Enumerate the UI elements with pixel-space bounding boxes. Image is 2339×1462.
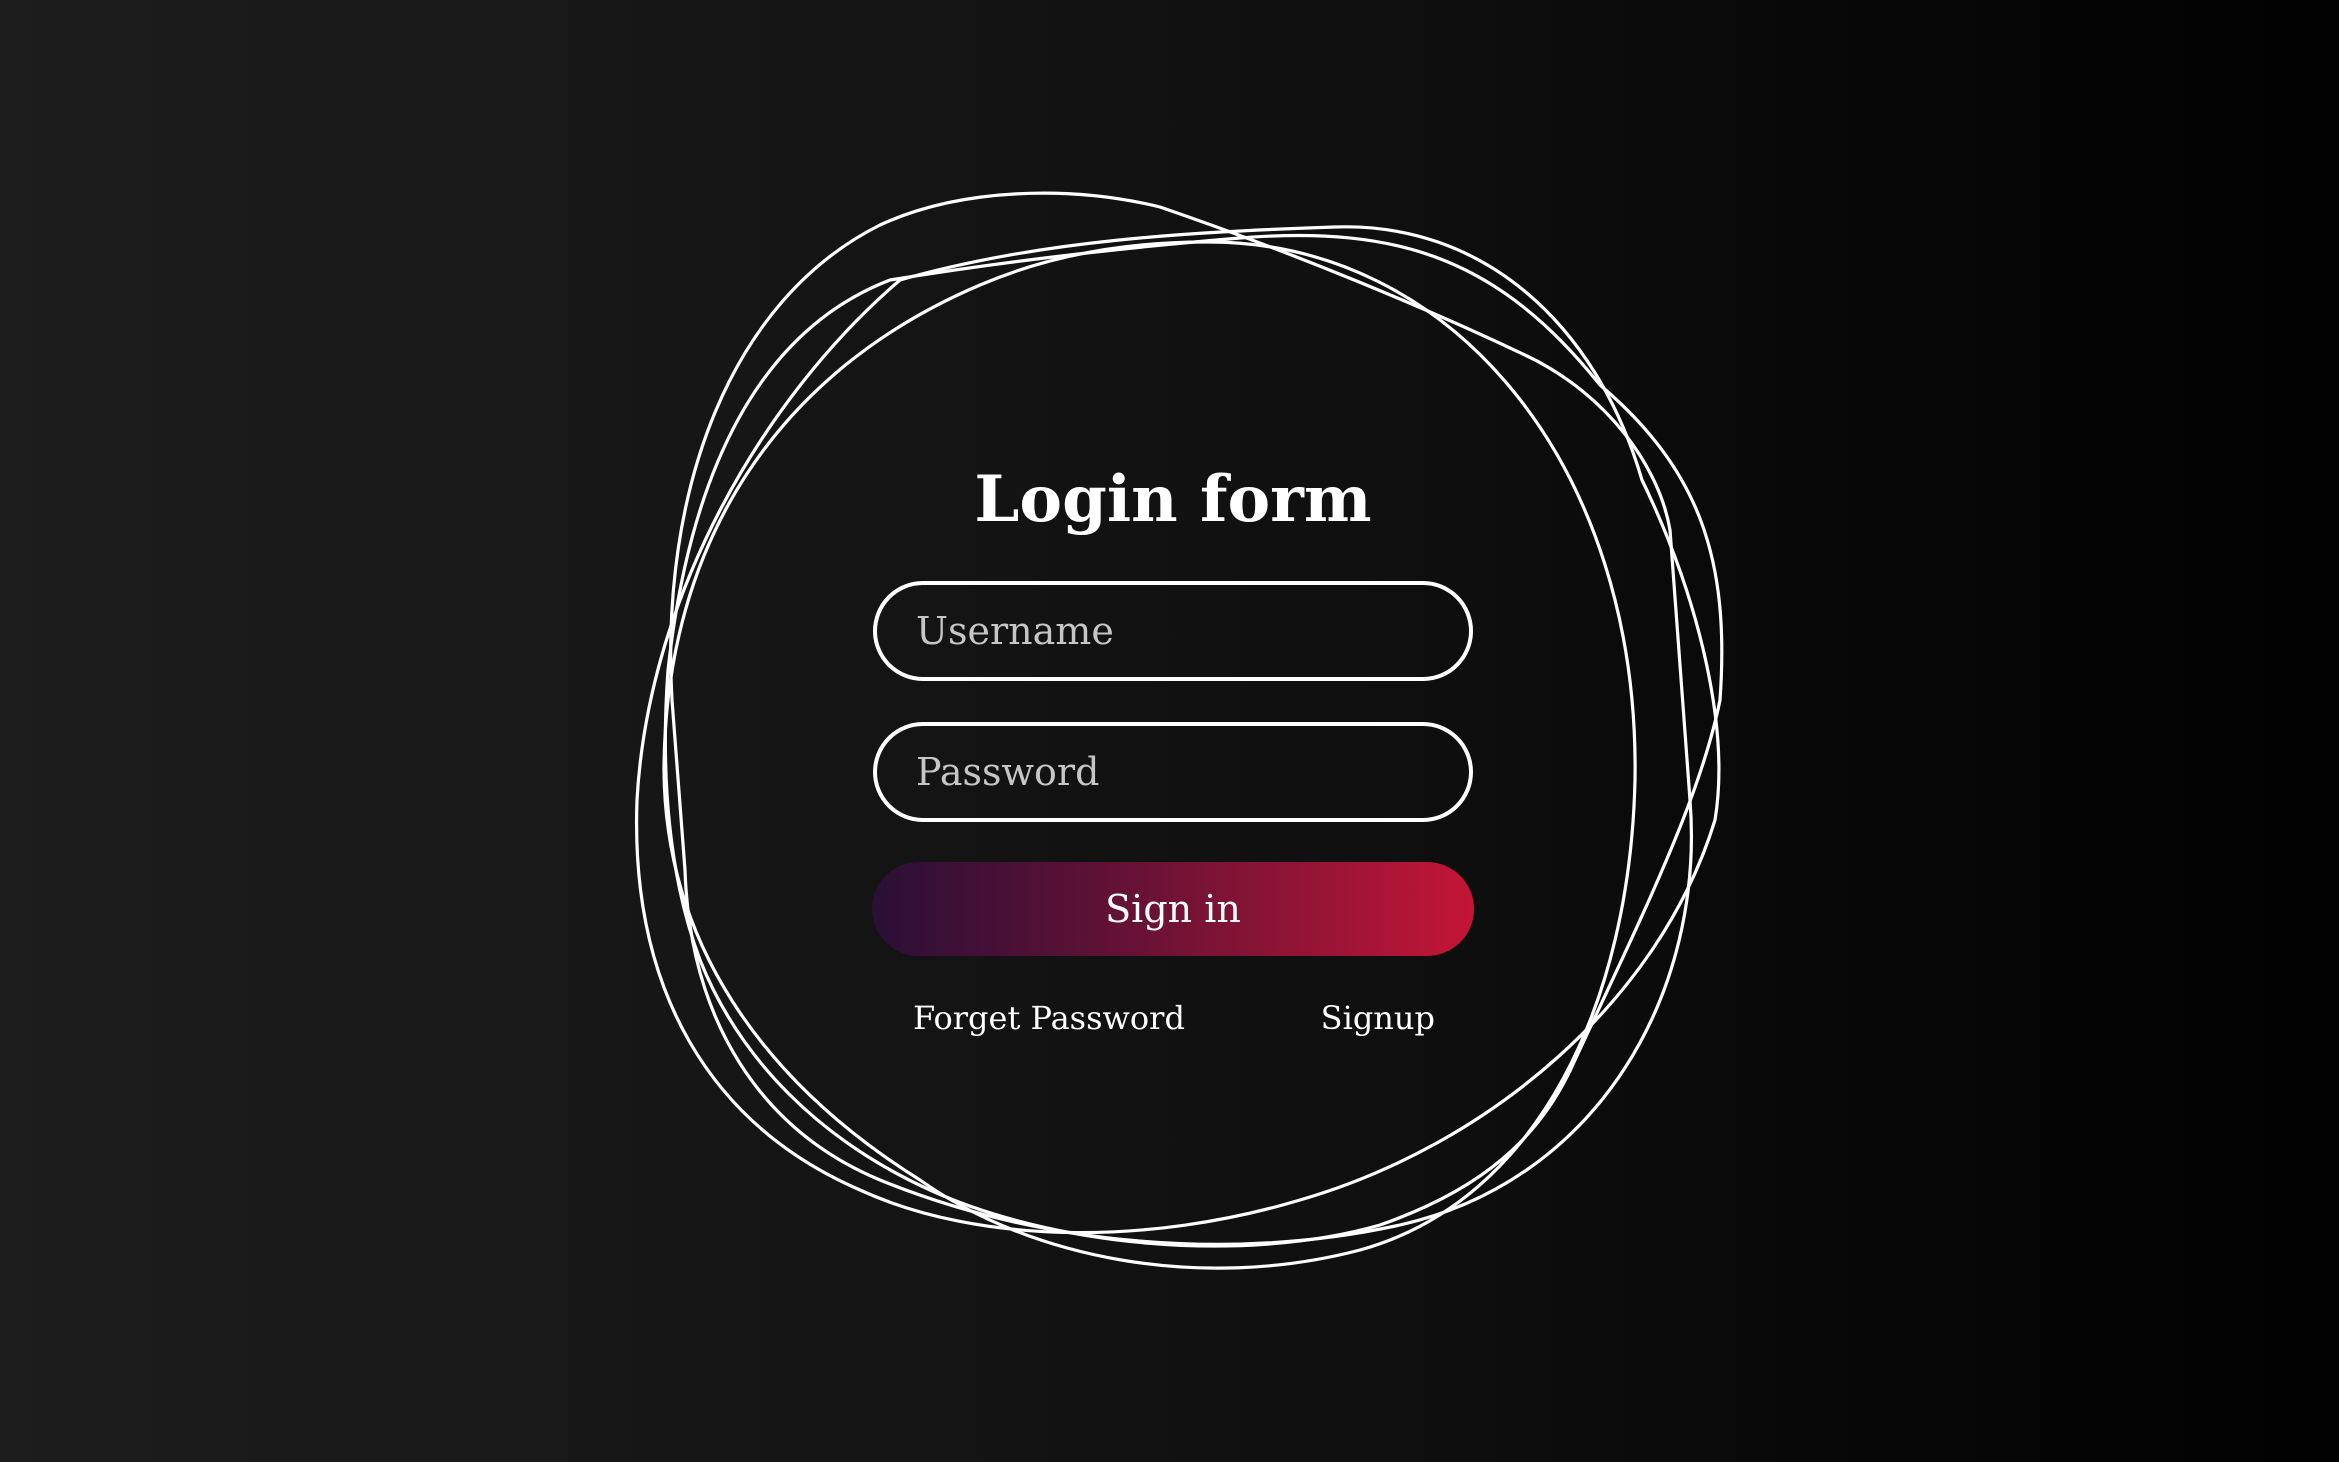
signup-link[interactable]: Signup xyxy=(1321,993,1435,1043)
form-links: Forget Password Signup xyxy=(872,993,1474,1043)
forget-password-link[interactable]: Forget Password xyxy=(913,993,1185,1043)
sign-in-button[interactable]: Sign in xyxy=(872,862,1474,956)
login-form: Login form Sign in Forget Password Signu… xyxy=(872,455,1474,1043)
username-input[interactable] xyxy=(873,581,1473,681)
password-input[interactable] xyxy=(873,722,1473,822)
login-scene: Login form Sign in Forget Password Signu… xyxy=(0,0,2339,1462)
form-title: Login form xyxy=(974,462,1372,537)
